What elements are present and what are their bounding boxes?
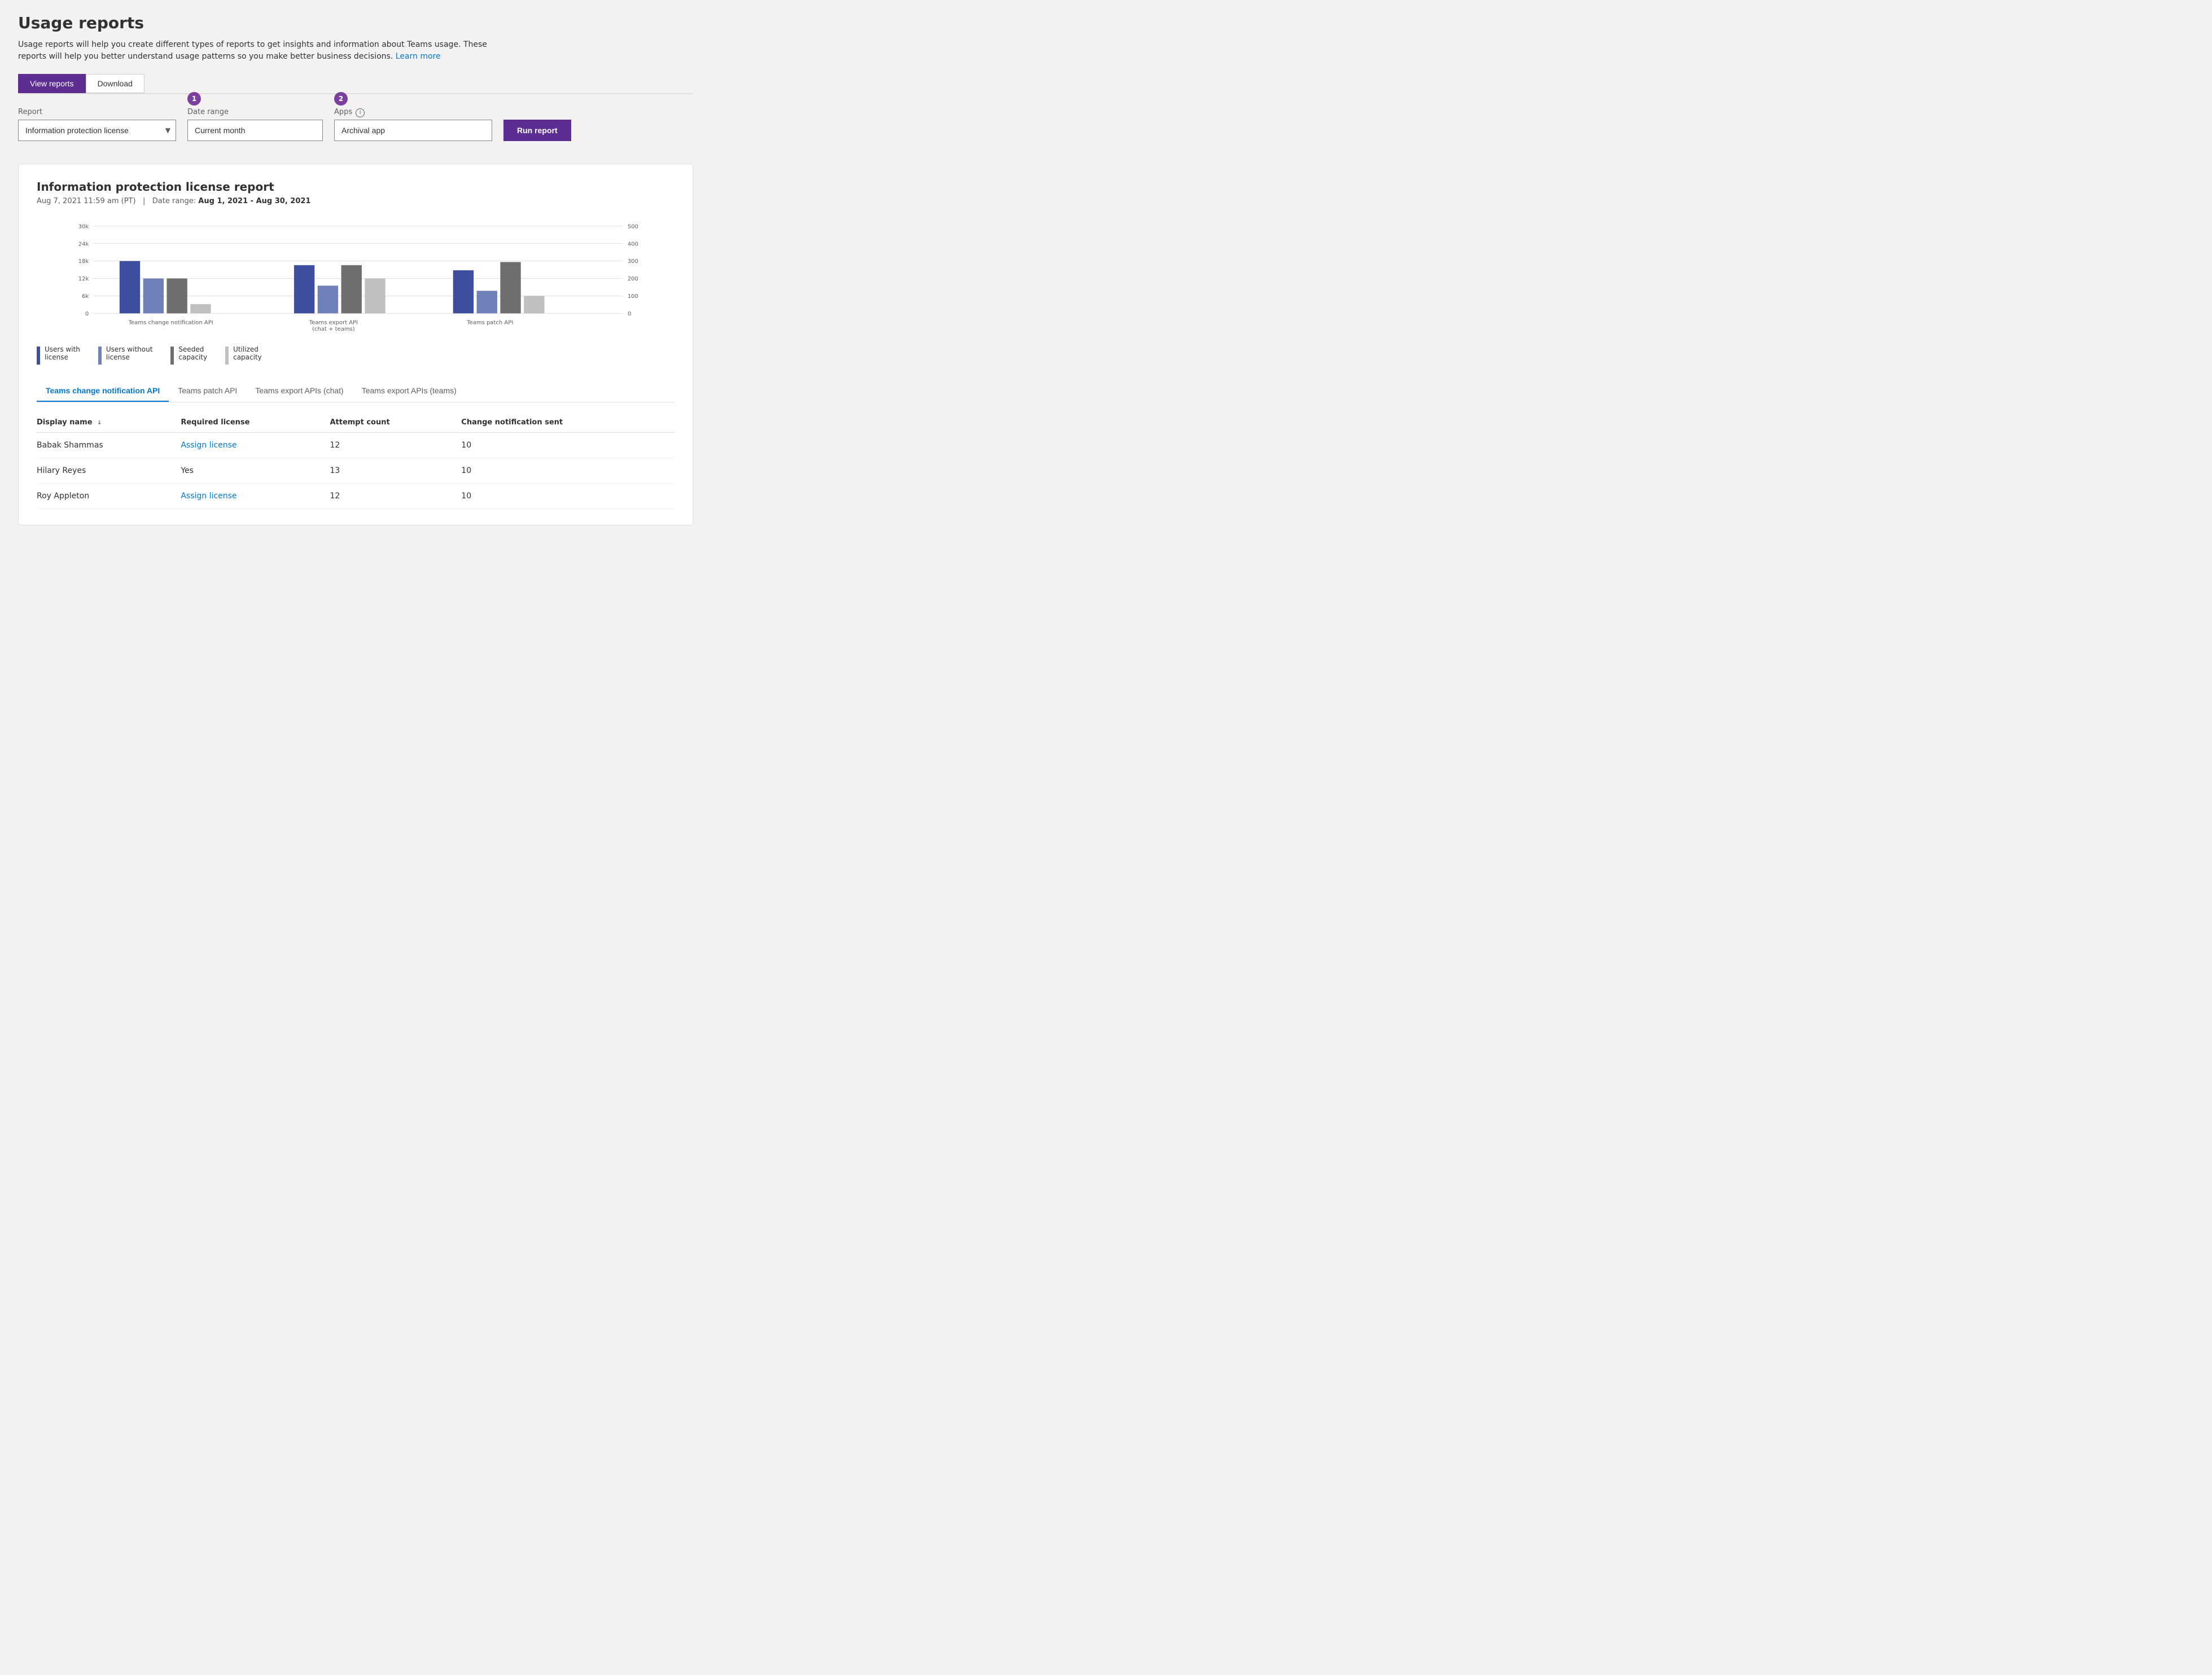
- legend-seeded-capacity: Seededcapacity: [170, 345, 207, 365]
- date-range-label: Date range: [187, 108, 323, 116]
- assign-license-link-3[interactable]: Assign license: [181, 492, 236, 501]
- cell-license-2: Yes: [181, 458, 330, 484]
- bar-group3-utilized-capacity: [524, 296, 544, 313]
- cell-sent-1: 10: [461, 433, 674, 458]
- step-1-badge: 1: [187, 92, 201, 106]
- info-icon[interactable]: i: [356, 108, 365, 117]
- svg-text:6k: 6k: [82, 293, 89, 300]
- step-2-badge: 2: [334, 92, 348, 106]
- bar-group1-users-with-license: [120, 261, 140, 314]
- cell-license-1: Assign license: [181, 433, 330, 458]
- col-notification-sent: Change notification sent: [461, 414, 674, 433]
- svg-text:Teams change notification API: Teams change notification API: [128, 319, 213, 326]
- report-meta: Aug 7, 2021 11:59 am (PT) | Date range: …: [37, 197, 674, 205]
- bar-group3-users-without-license: [477, 291, 497, 313]
- date-range-label-meta: Date range:: [152, 197, 196, 205]
- report-select-wrapper: Information protection license ▼: [18, 120, 176, 141]
- sort-arrow-name: ↓: [97, 420, 102, 426]
- learn-more-link[interactable]: Learn more: [396, 52, 441, 61]
- cell-attempts-3: 12: [330, 484, 461, 509]
- run-report-button[interactable]: Run report: [503, 120, 571, 141]
- date-range-control-group: 1 Date range: [187, 108, 323, 141]
- legend-label-2: Users withoutlicense: [106, 345, 153, 361]
- apps-control-group: 2 Apps i: [334, 108, 492, 141]
- data-tab-patch-api[interactable]: Teams patch API: [169, 380, 246, 402]
- svg-text:(chat + teams): (chat + teams): [312, 326, 355, 332]
- report-select[interactable]: Information protection license: [18, 120, 176, 141]
- table-row: Hilary Reyes Yes 13 10: [37, 458, 674, 484]
- legend-row: Users withlicense Users withoutlicense S…: [37, 345, 674, 365]
- page-title: Usage reports: [18, 14, 693, 32]
- chart-area: 30k 24k 18k 12k 6k 0 500 400 300 200 100…: [37, 219, 674, 334]
- bar-group2-utilized-capacity: [365, 278, 385, 313]
- apps-input[interactable]: [334, 120, 492, 141]
- apps-label-row: Apps i: [334, 108, 492, 117]
- legend-users-with-license: Users withlicense: [37, 345, 80, 365]
- legend-users-without-license: Users withoutlicense: [98, 345, 153, 365]
- bar-group2-users-without-license: [318, 286, 338, 313]
- report-card: Information protection license report Au…: [18, 164, 693, 525]
- svg-text:0: 0: [85, 311, 89, 317]
- data-tab-export-chat[interactable]: Teams export APIs (chat): [246, 380, 352, 402]
- controls-row: Report Information protection license ▼ …: [18, 108, 693, 146]
- bar-group3-users-with-license: [453, 270, 474, 313]
- assign-license-link-1[interactable]: Assign license: [181, 441, 236, 450]
- tab-download[interactable]: Download: [86, 74, 144, 93]
- cell-name-2: Hilary Reyes: [37, 458, 181, 484]
- bar-group1-users-without-license: [143, 278, 164, 313]
- data-table: Display name ↓ Required license Attempt …: [37, 414, 674, 509]
- bar-group1-utilized-capacity: [190, 304, 211, 313]
- date-range-value-meta: Aug 1, 2021 - Aug 30, 2021: [198, 197, 310, 205]
- cell-name-1: Babak Shammas: [37, 433, 181, 458]
- report-title: Information protection license report: [37, 180, 674, 194]
- bar-group2-users-with-license: [294, 265, 314, 313]
- legend-label-1: Users withlicense: [45, 345, 80, 361]
- svg-text:200: 200: [628, 276, 638, 282]
- cell-name-3: Roy Appleton: [37, 484, 181, 509]
- col-display-name: Display name ↓: [37, 414, 181, 433]
- cell-attempts-2: 13: [330, 458, 461, 484]
- report-label: Report: [18, 108, 176, 116]
- bar-group3-seeded-capacity: [500, 262, 520, 313]
- legend-utilized-capacity: Utilizedcapacity: [225, 345, 262, 365]
- svg-text:100: 100: [628, 293, 638, 300]
- bar-group2-seeded-capacity: [341, 265, 362, 313]
- page-description: Usage reports will help you create diffe…: [18, 39, 503, 63]
- chart-svg: 30k 24k 18k 12k 6k 0 500 400 300 200 100…: [37, 219, 674, 332]
- svg-text:Teams export API: Teams export API: [309, 319, 358, 326]
- table-header-row: Display name ↓ Required license Attempt …: [37, 414, 674, 433]
- main-tabs: View reports Download: [18, 74, 693, 94]
- svg-text:Teams patch API: Teams patch API: [466, 319, 513, 326]
- svg-text:400: 400: [628, 241, 638, 247]
- date-range-input[interactable]: [187, 120, 323, 141]
- col-attempt-count: Attempt count: [330, 414, 461, 433]
- svg-text:12k: 12k: [78, 276, 89, 282]
- svg-text:24k: 24k: [78, 241, 89, 247]
- cell-license-3: Assign license: [181, 484, 330, 509]
- report-control-group: Report Information protection license ▼: [18, 108, 176, 141]
- report-time: 11:59 am (PT): [84, 197, 135, 205]
- data-tab-change-notification[interactable]: Teams change notification API: [37, 380, 169, 402]
- data-tab-export-teams[interactable]: Teams export APIs (teams): [353, 380, 466, 402]
- legend-label-4: Utilizedcapacity: [233, 345, 262, 361]
- bar-group1-seeded-capacity: [167, 278, 187, 313]
- col-required-license: Required license: [181, 414, 330, 433]
- svg-text:0: 0: [628, 311, 631, 317]
- svg-text:500: 500: [628, 223, 638, 230]
- cell-attempts-1: 12: [330, 433, 461, 458]
- svg-text:300: 300: [628, 258, 638, 265]
- cell-sent-3: 10: [461, 484, 674, 509]
- report-date: Aug 7, 2021: [37, 197, 81, 205]
- data-tabs-row: Teams change notification API Teams patc…: [37, 380, 674, 402]
- tab-view-reports[interactable]: View reports: [18, 74, 86, 93]
- table-row: Babak Shammas Assign license 12 10: [37, 433, 674, 458]
- svg-text:30k: 30k: [78, 223, 89, 230]
- legend-label-3: Seededcapacity: [178, 345, 207, 361]
- svg-text:18k: 18k: [78, 258, 89, 265]
- table-row: Roy Appleton Assign license 12 10: [37, 484, 674, 509]
- apps-label: Apps: [334, 108, 352, 116]
- cell-sent-2: 10: [461, 458, 674, 484]
